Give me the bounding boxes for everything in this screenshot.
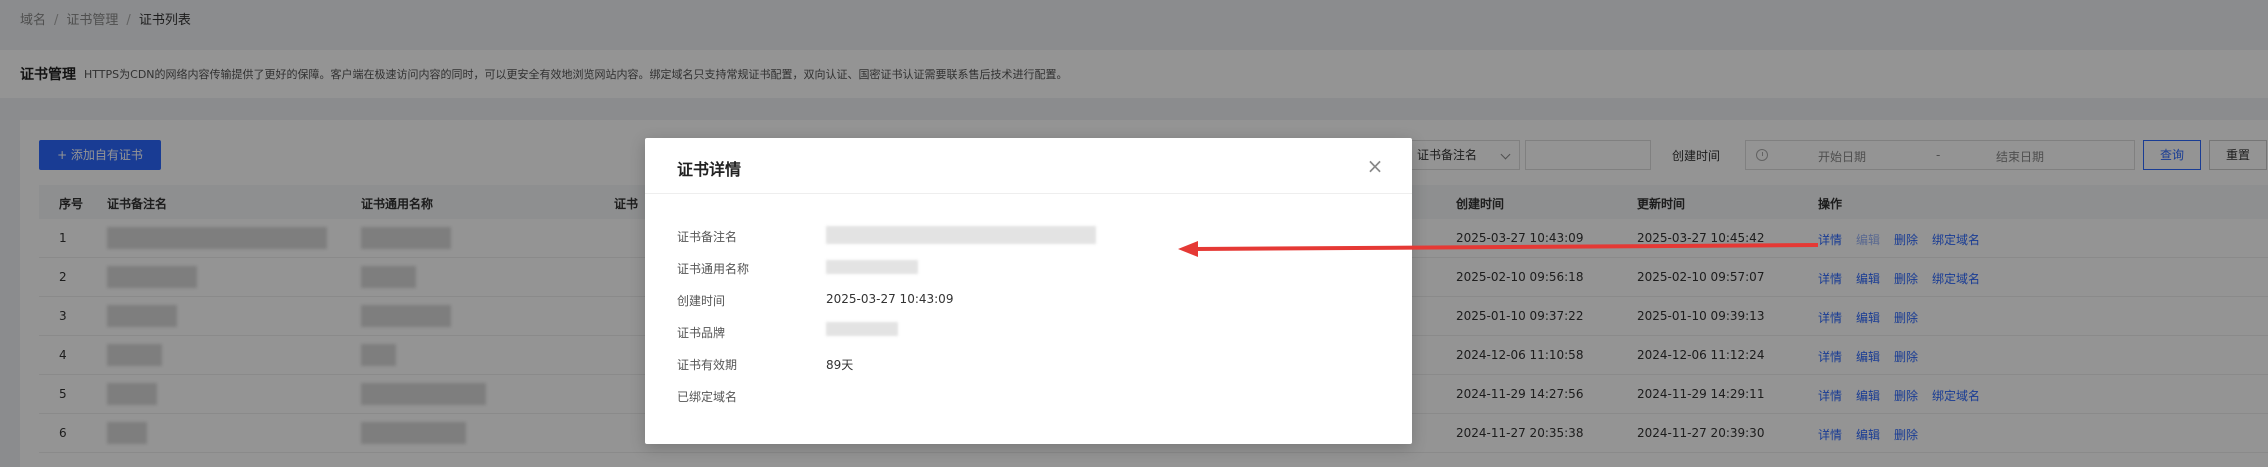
field-value: 2025-03-27 10:43:09 — [826, 292, 954, 306]
page-root: 域名 / 证书管理 / 证书列表 证书管理 HTTPS为CDN的网络内容传输提供了更好的… — [0, 0, 2268, 467]
field-label: 证书备注名 — [677, 230, 738, 244]
redacted-value — [826, 322, 898, 336]
redacted-value — [826, 260, 918, 274]
field-value: 89天 — [826, 358, 854, 372]
field-label: 证书有效期 — [677, 358, 738, 372]
cert-detail-modal: 证书详情 × 证书备注名 证书通用名称 创建时间 2025-03-27 10:4… — [645, 138, 1412, 444]
field-label: 创建时间 — [677, 294, 726, 308]
modal-title: 证书详情 — [677, 160, 742, 179]
redacted-value — [826, 226, 1096, 244]
field-label: 已绑定域名 — [677, 390, 738, 404]
close-icon[interactable]: × — [1365, 156, 1385, 176]
modal-header: 证书详情 × — [645, 138, 1412, 194]
field-label: 证书品牌 — [677, 326, 726, 340]
field-label: 证书通用名称 — [677, 262, 750, 276]
